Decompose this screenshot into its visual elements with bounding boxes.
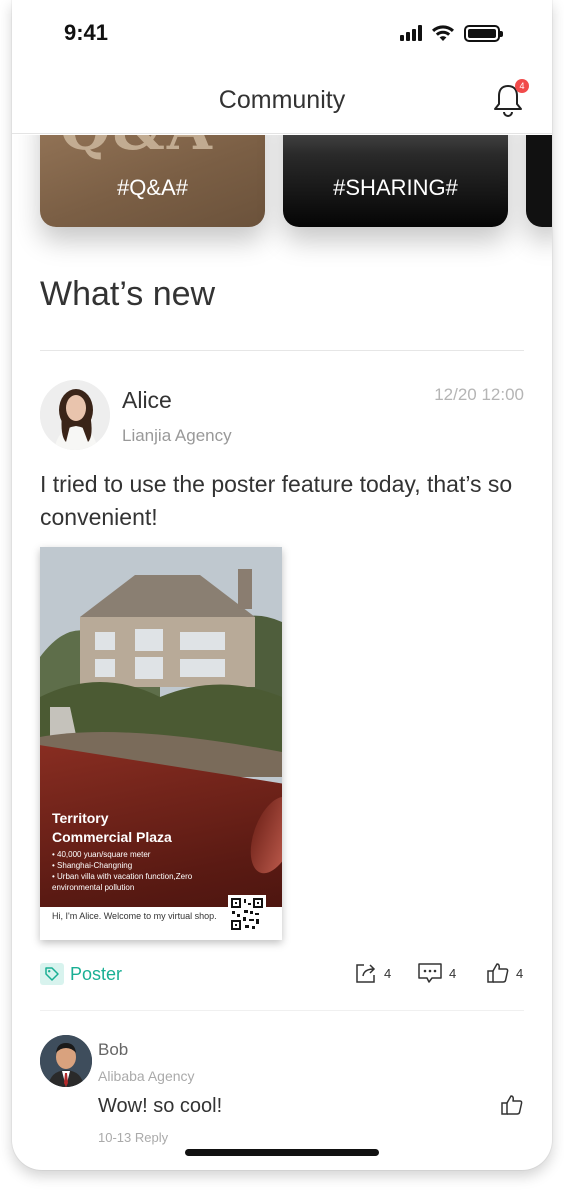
comment-text: Wow! so cool! — [98, 1095, 223, 1117]
section-title: What’s new — [40, 275, 216, 313]
poster-bullet: Shanghai-Changning — [52, 860, 212, 871]
share-icon — [356, 964, 376, 983]
post-text: I tried to use the poster feature today,… — [40, 471, 513, 530]
like-count: 4 — [516, 965, 524, 981]
like-button[interactable]: 4 — [486, 961, 523, 985]
topic-label: #Q&A# — [117, 175, 188, 200]
topic-card-next[interactable] — [526, 135, 552, 227]
topic-art-text: Q&A — [60, 135, 214, 163]
poster-footer-text: Hi, I'm Alice. Welcome to my virtual sho… — [52, 911, 217, 921]
feed[interactable]: Q&A #Q&A# #SHARING# What’s new Alice Lia… — [12, 135, 552, 1145]
poster-title-line: Territory — [52, 810, 109, 826]
comment-count: 4 — [449, 965, 457, 981]
status-bar: 9:41 — [12, 0, 552, 64]
tag-icon — [40, 963, 64, 985]
status-icons — [400, 24, 503, 42]
poster-title: Territory Commercial Plaza — [52, 809, 172, 847]
post-tag[interactable]: Poster — [40, 963, 122, 985]
wifi-icon — [432, 25, 454, 41]
page-title: Community — [218, 86, 346, 114]
topic-card-qa[interactable]: Q&A #Q&A# — [40, 135, 265, 227]
comment-meta[interactable]: 10-13 Reply — [98, 1130, 168, 1145]
share-button[interactable]: 4 — [354, 961, 391, 985]
topic-label: #SHARING# — [333, 175, 458, 200]
divider — [40, 1010, 524, 1011]
topic-card-sharing[interactable]: #SHARING# — [283, 135, 508, 227]
nav-bar: Community 4 — [12, 64, 552, 134]
qr-code-icon — [228, 895, 266, 933]
comment-author-agency: Alibaba Agency — [98, 1068, 195, 1084]
avatar[interactable] — [40, 1035, 92, 1087]
topic-carousel[interactable]: Q&A #Q&A# #SHARING# — [40, 135, 552, 227]
cellular-signal-icon — [400, 25, 422, 41]
author-agency: Lianjia Agency — [122, 426, 232, 445]
comment-author[interactable]: Bob — [98, 1040, 128, 1060]
share-count: 4 — [384, 965, 392, 981]
comment-icon — [418, 963, 442, 983]
notification-badge: 4 — [515, 79, 529, 93]
post-image-poster[interactable]: Territory Commercial Plaza 40,000 yuan/s… — [40, 547, 282, 940]
post-timestamp: 12/20 12:00 — [434, 385, 524, 404]
thumbs-up-icon — [487, 963, 509, 983]
author-name[interactable]: Alice — [122, 387, 172, 414]
poster-bullet: 40,000 yuan/square meter — [52, 849, 212, 860]
avatar[interactable] — [40, 380, 110, 450]
phone-screen: 9:41 Community 4 Q&A #Q&A# — [12, 0, 552, 1170]
poster-bullets: 40,000 yuan/square meter Shanghai-Changn… — [52, 849, 212, 893]
status-time: 9:41 — [64, 20, 109, 45]
poster-title-line: Commercial Plaza — [52, 829, 172, 845]
divider — [40, 350, 524, 351]
poster-bullet: Urban villa with vacation function,Zero … — [52, 871, 212, 893]
thumbs-up-icon[interactable] — [500, 1093, 524, 1117]
tag-label: Poster — [70, 963, 123, 984]
battery-icon — [464, 24, 503, 42]
user-avatar-image — [40, 1035, 92, 1087]
home-indicator[interactable] — [185, 1149, 379, 1156]
user-avatar-image — [40, 380, 110, 450]
comment-button[interactable]: 4 — [417, 961, 456, 985]
